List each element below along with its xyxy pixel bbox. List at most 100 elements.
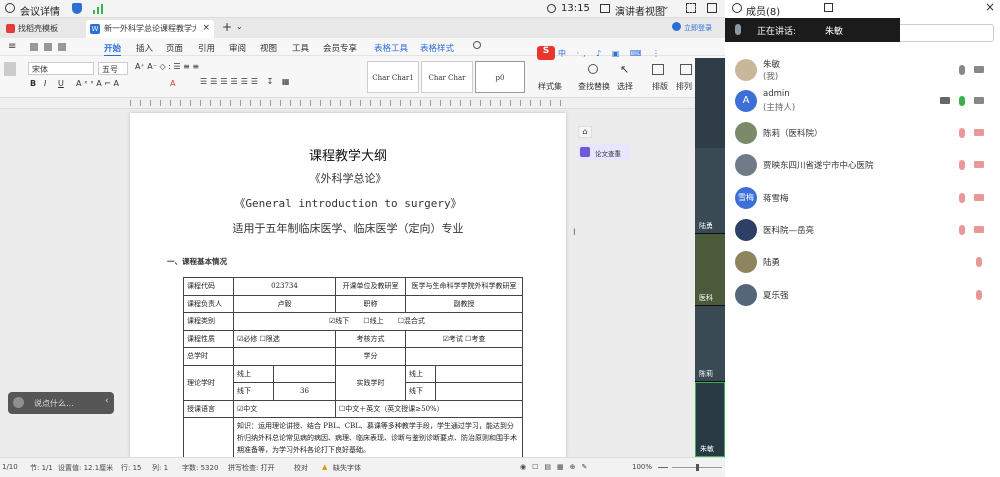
styles-label[interactable]: 样式集 <box>538 81 562 92</box>
popout-icon[interactable] <box>824 3 833 12</box>
font-tools-icons[interactable]: A⁺ A⁻ ◇ ꞉ ☰ ≡ ≡ <box>135 62 199 71</box>
video-tile[interactable]: 陆勇 <box>695 148 725 234</box>
font-name-select[interactable]: 宋体 <box>28 62 94 75</box>
participant-row[interactable]: 医科院—岳亮 <box>735 215 995 245</box>
style-char[interactable]: Char Char <box>421 61 473 93</box>
camera-off-icon[interactable] <box>974 129 984 136</box>
add-tab-icon[interactable]: + <box>222 20 232 34</box>
participant-row[interactable]: 陆勇 <box>735 247 995 277</box>
participant-row[interactable]: 朱敏 (我) <box>735 55 995 85</box>
status-proof[interactable]: 校对 <box>294 463 308 473</box>
menu-icon[interactable]: ≡ <box>8 41 16 52</box>
status-page[interactable]: 1/10 <box>2 463 18 471</box>
participant-row[interactable]: 雪梅 蒋雪梅 <box>735 183 995 213</box>
chevron-down-icon[interactable]: ⌄ <box>236 22 243 31</box>
status-words[interactable]: 字数: 5320 <box>182 463 218 473</box>
arrange-label[interactable]: 排版 <box>652 81 668 92</box>
menu-home[interactable]: 开始 <box>104 42 122 57</box>
info-icon[interactable] <box>5 3 15 13</box>
menu-tools[interactable]: 工具 <box>292 42 309 54</box>
font-color-icon[interactable]: A <box>170 79 175 88</box>
doc-assistant-button[interactable]: 论文查重 <box>578 144 630 160</box>
chevron-left-icon[interactable]: ‹ <box>105 396 109 406</box>
status-spell[interactable]: 拼写检查: 打开 <box>228 463 275 473</box>
status-missing-font[interactable]: 缺失字体 <box>333 463 361 473</box>
order-icon[interactable] <box>680 64 692 75</box>
close-icon[interactable]: × <box>202 23 210 33</box>
chevron-down-icon[interactable]: ⌄ <box>662 2 670 12</box>
close-icon[interactable]: × <box>985 0 995 14</box>
table-cell <box>404 347 524 366</box>
window-icon[interactable] <box>707 3 717 13</box>
participant-row[interactable]: 夏乐强 <box>735 280 995 310</box>
chat-input-box[interactable]: 说点什么... ‹ <box>8 392 114 414</box>
shield-icon[interactable] <box>72 3 82 14</box>
camera-icon[interactable] <box>974 97 984 104</box>
menu-insert[interactable]: 插入 <box>136 42 153 54</box>
tab-document[interactable]: W 新一外科学总论课程教学大纲 × <box>86 20 214 38</box>
menu-member[interactable]: 会员专享 <box>323 42 357 54</box>
video-tile-active[interactable]: 朱敏 <box>695 382 725 457</box>
mic-off-icon[interactable] <box>976 290 982 300</box>
zoom-out-icon[interactable] <box>658 467 668 468</box>
participant-row[interactable]: 陈莉（医科院） <box>735 118 995 148</box>
underline-icon[interactable]: U <box>58 79 64 88</box>
paragraph-icons[interactable]: ☰☰☰☰☰☰ ↧ ▦ <box>200 77 292 86</box>
bold-icon[interactable]: B <box>30 79 36 88</box>
mic-on-icon[interactable] <box>959 96 965 106</box>
mic-off-icon[interactable] <box>976 257 982 267</box>
login-link[interactable]: 立即登录 <box>684 23 712 33</box>
menu-table-style[interactable]: 表格样式 <box>420 42 454 54</box>
mic-icon[interactable] <box>959 65 965 75</box>
format-icons[interactable]: A ˣ ˣ A ⌐ A <box>76 79 119 88</box>
camera-off-icon[interactable] <box>974 194 984 201</box>
horizontal-ruler[interactable] <box>0 98 725 109</box>
camera-off-icon[interactable] <box>974 226 984 233</box>
zoom-slider-thumb[interactable] <box>696 464 699 471</box>
video-tile-top[interactable] <box>695 58 725 148</box>
ime-toolbar[interactable]: 中 ·, ♪ ▣ ⌨ ⋮ <box>558 48 664 59</box>
mic-off-icon[interactable] <box>959 128 965 138</box>
font-size-select[interactable]: 五号 <box>98 62 128 75</box>
find-replace-label[interactable]: 查找替换 <box>578 81 610 92</box>
avatar <box>735 122 757 144</box>
paste-icon[interactable] <box>4 62 16 76</box>
meeting-details-label[interactable]: 会议详情 <box>20 3 60 18</box>
style-p0[interactable]: p0 <box>475 61 525 93</box>
menu-review[interactable]: 审阅 <box>229 42 246 54</box>
order-label[interactable]: 排列 <box>676 81 692 92</box>
video-tile[interactable]: 陈莉 <box>695 306 725 382</box>
select-cursor-icon[interactable]: ↖ <box>620 63 629 76</box>
document-page[interactable]: 课程教学大纲 《外科学总论》 《General introduction to … <box>130 113 566 458</box>
side-home-icon[interactable]: ⌂ <box>578 126 592 138</box>
find-icon[interactable] <box>588 64 598 74</box>
zoom-level[interactable]: 100% <box>632 463 652 471</box>
search-icon[interactable] <box>473 41 481 49</box>
quick-access-icons[interactable] <box>30 43 80 51</box>
template-icon <box>6 24 15 33</box>
screen-share-icon[interactable] <box>940 97 950 104</box>
select-label[interactable]: 选择 <box>617 81 633 92</box>
mic-off-icon[interactable] <box>959 225 965 235</box>
participant-row[interactable]: 贾映东四川省遂宁市中心医院 <box>735 150 995 180</box>
menu-reference[interactable]: 引用 <box>198 42 215 54</box>
presenter-view-label[interactable]: 演讲者视图 <box>615 3 665 18</box>
fullscreen-icon[interactable] <box>686 3 696 13</box>
mic-off-icon[interactable] <box>959 160 965 170</box>
italic-icon[interactable]: I <box>44 79 46 88</box>
menu-table-tools[interactable]: 表格工具 <box>374 42 408 54</box>
menu-view[interactable]: 视图 <box>260 42 277 54</box>
view-mode-icons[interactable]: ◉☐▤▦⊕✎ <box>520 463 593 471</box>
style-char1[interactable]: Char Char1 <box>367 61 419 93</box>
mic-off-icon[interactable] <box>959 193 965 203</box>
menu-page[interactable]: 页面 <box>166 42 183 54</box>
camera-off-icon[interactable] <box>974 161 984 168</box>
camera-icon[interactable] <box>974 66 984 73</box>
layout-icon[interactable] <box>652 64 664 75</box>
course-info-table[interactable]: 课程代码 023734 开课单位及教研室 医学与生命科学学院外科学教研室 课程负责人卢… <box>183 277 524 458</box>
tab-templates[interactable]: 找稻壳模板 <box>0 20 84 38</box>
user-icon[interactable] <box>672 22 681 31</box>
participant-row[interactable]: A admin (主持人) <box>735 86 995 116</box>
video-tile[interactable]: 医科 <box>695 234 725 306</box>
sogou-ime-icon[interactable]: S <box>537 46 555 60</box>
